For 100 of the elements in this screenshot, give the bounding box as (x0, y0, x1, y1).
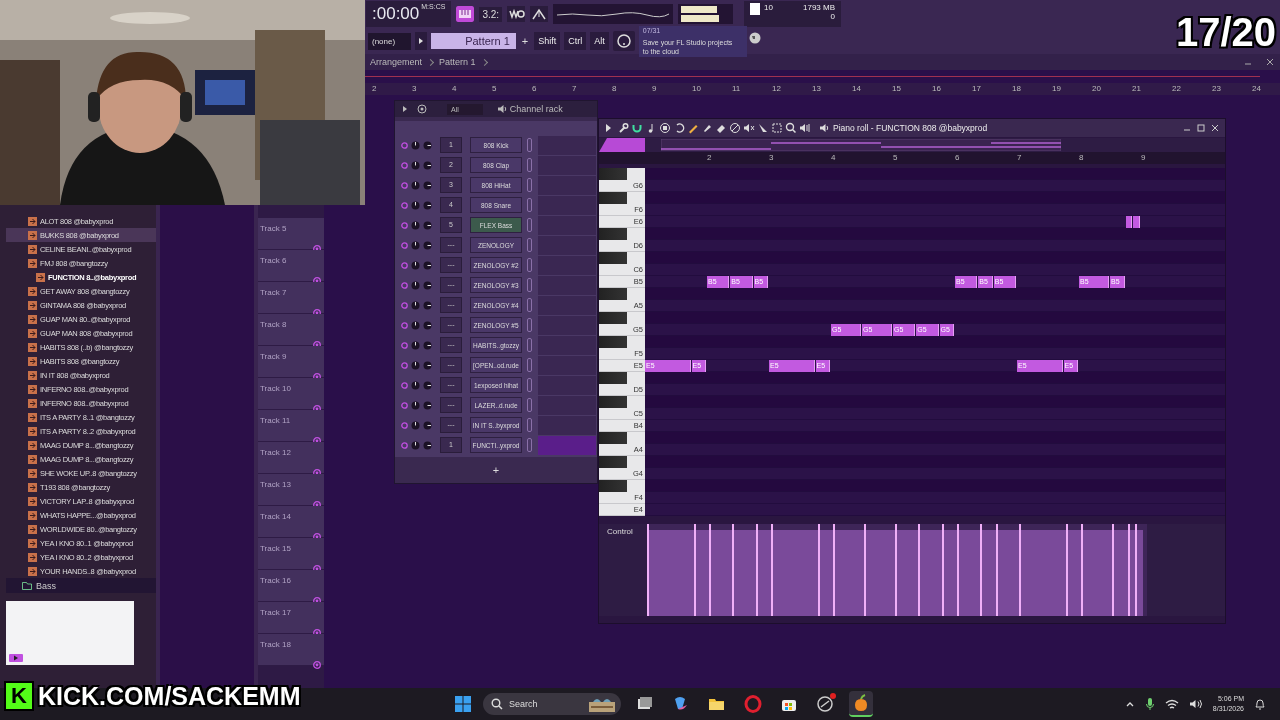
piano-key[interactable] (599, 456, 645, 468)
track-header[interactable]: Track 17 (258, 602, 324, 634)
volume-knob-icon[interactable] (423, 220, 432, 230)
channel-select-indicator[interactable] (527, 358, 532, 372)
help-icon[interactable] (612, 31, 635, 51)
mute-dot-icon[interactable] (401, 241, 408, 249)
volume-knob-icon[interactable] (423, 160, 432, 170)
channel-select-indicator[interactable] (527, 138, 532, 152)
selection-icon[interactable] (771, 122, 783, 134)
mute-dot-icon[interactable] (401, 261, 408, 269)
volume-knob-icon[interactable] (423, 180, 432, 190)
piano-key[interactable] (599, 228, 645, 240)
swing-knob-icon[interactable] (417, 104, 427, 114)
velocity-bar[interactable] (1065, 524, 1068, 616)
magnet-icon[interactable] (631, 122, 643, 134)
track-header[interactable]: Track 16 (258, 570, 324, 602)
mute-icon[interactable] (743, 122, 755, 134)
speaker-icon[interactable] (799, 122, 811, 134)
mute-dot-icon[interactable] (401, 421, 408, 429)
no-entry-icon[interactable] (729, 122, 741, 134)
pan-knob-icon[interactable] (411, 400, 420, 410)
velocity-bar[interactable] (817, 524, 820, 616)
volume-knob-icon[interactable] (423, 140, 432, 150)
track-header[interactable]: Track 13 (258, 474, 324, 506)
track-header[interactable]: Track 14 (258, 506, 324, 538)
track-header[interactable]: Track 12 (258, 442, 324, 474)
volume-knob-icon[interactable] (423, 380, 432, 390)
modifier-key-button[interactable]: Alt (590, 32, 609, 50)
piano-key[interactable] (599, 312, 645, 324)
overview-strip-icon[interactable] (661, 139, 1061, 151)
microphone-icon[interactable] (1144, 697, 1155, 711)
volume-knob-icon[interactable] (423, 360, 432, 370)
volume-knob-icon[interactable] (423, 200, 432, 210)
volume-icon[interactable] (1188, 698, 1203, 710)
pan-knob-icon[interactable] (411, 180, 420, 190)
metronome-icon[interactable] (530, 6, 549, 22)
channel-select-indicator[interactable] (527, 178, 532, 192)
control-label[interactable]: Control (599, 524, 647, 616)
volume-knob-icon[interactable] (423, 240, 432, 250)
globe-icon[interactable] (748, 31, 761, 44)
pan-knob-icon[interactable] (411, 380, 420, 390)
mute-dot-icon[interactable] (401, 401, 408, 409)
velocity-bar[interactable] (693, 524, 696, 616)
piano-key[interactable] (599, 372, 645, 384)
mute-dot-icon[interactable] (401, 281, 408, 289)
pencil-icon[interactable] (687, 122, 699, 134)
volume-knob-icon[interactable] (423, 320, 432, 330)
start-icon[interactable] (455, 696, 471, 712)
track-header[interactable]: Track 15 (258, 538, 324, 570)
breadcrumb-link[interactable]: Pattern 1 (439, 57, 476, 67)
mute-dot-icon[interactable] (401, 301, 408, 309)
channel-select-indicator[interactable] (527, 338, 532, 352)
taskbar-app[interactable] (849, 691, 873, 717)
volume-knob-icon[interactable] (423, 400, 432, 410)
mute-dot-icon[interactable] (401, 161, 408, 169)
mute-dot-icon[interactable] (401, 181, 408, 189)
track-header[interactable]: Track 8 (258, 314, 324, 346)
pattern-field[interactable]: Pattern 1 (431, 33, 516, 49)
pan-knob-icon[interactable] (411, 360, 420, 370)
wifi-icon[interactable] (1164, 698, 1179, 710)
mute-dot-icon[interactable] (401, 361, 408, 369)
pan-knob-icon[interactable] (411, 420, 420, 430)
snap-button[interactable]: 3.2: (479, 6, 503, 22)
velocity-bar[interactable] (1135, 524, 1138, 616)
pattern-picker[interactable]: (none) (368, 32, 412, 50)
piano-key[interactable] (599, 168, 645, 180)
mute-dot-icon[interactable] (401, 441, 408, 449)
pan-knob-icon[interactable] (411, 280, 420, 290)
piano-key[interactable] (599, 192, 645, 204)
track-header[interactable]: Track 10 (258, 378, 324, 410)
volume-knob-icon[interactable] (423, 260, 432, 270)
channel-select-indicator[interactable] (527, 438, 532, 452)
pan-knob-icon[interactable] (411, 260, 420, 270)
channel-select-indicator[interactable] (527, 258, 532, 272)
eraser-icon[interactable] (715, 122, 727, 134)
volume-knob-icon[interactable] (423, 280, 432, 290)
track-header[interactable]: Track 11 (258, 410, 324, 442)
velocity-bar[interactable] (995, 524, 998, 616)
track-header[interactable]: Track 7 (258, 282, 324, 314)
mute-dot-icon[interactable] (401, 321, 408, 329)
pan-knob-icon[interactable] (411, 240, 420, 250)
modifier-key-button[interactable]: Shift (534, 32, 561, 50)
pan-knob-icon[interactable] (411, 340, 420, 350)
pan-knob-icon[interactable] (411, 200, 420, 210)
velocity-bar[interactable] (1127, 524, 1130, 616)
volume-knob-icon[interactable] (423, 440, 432, 450)
track-dot-icon[interactable] (313, 661, 321, 669)
mute-dot-icon[interactable] (401, 201, 408, 209)
piano-key[interactable] (599, 288, 645, 300)
channel-select-indicator[interactable] (527, 318, 532, 332)
mute-dot-icon[interactable] (401, 381, 408, 389)
velocity-bar[interactable] (980, 524, 983, 616)
pan-knob-icon[interactable] (411, 300, 420, 310)
record-icon[interactable] (659, 122, 671, 134)
piano-key[interactable] (599, 396, 645, 408)
mute-dot-icon[interactable] (401, 341, 408, 349)
pan-knob-icon[interactable] (411, 220, 420, 230)
volume-knob-icon[interactable] (423, 300, 432, 310)
track-header[interactable]: Track 5 (258, 218, 324, 250)
track-header[interactable]: Track 6 (258, 250, 324, 282)
